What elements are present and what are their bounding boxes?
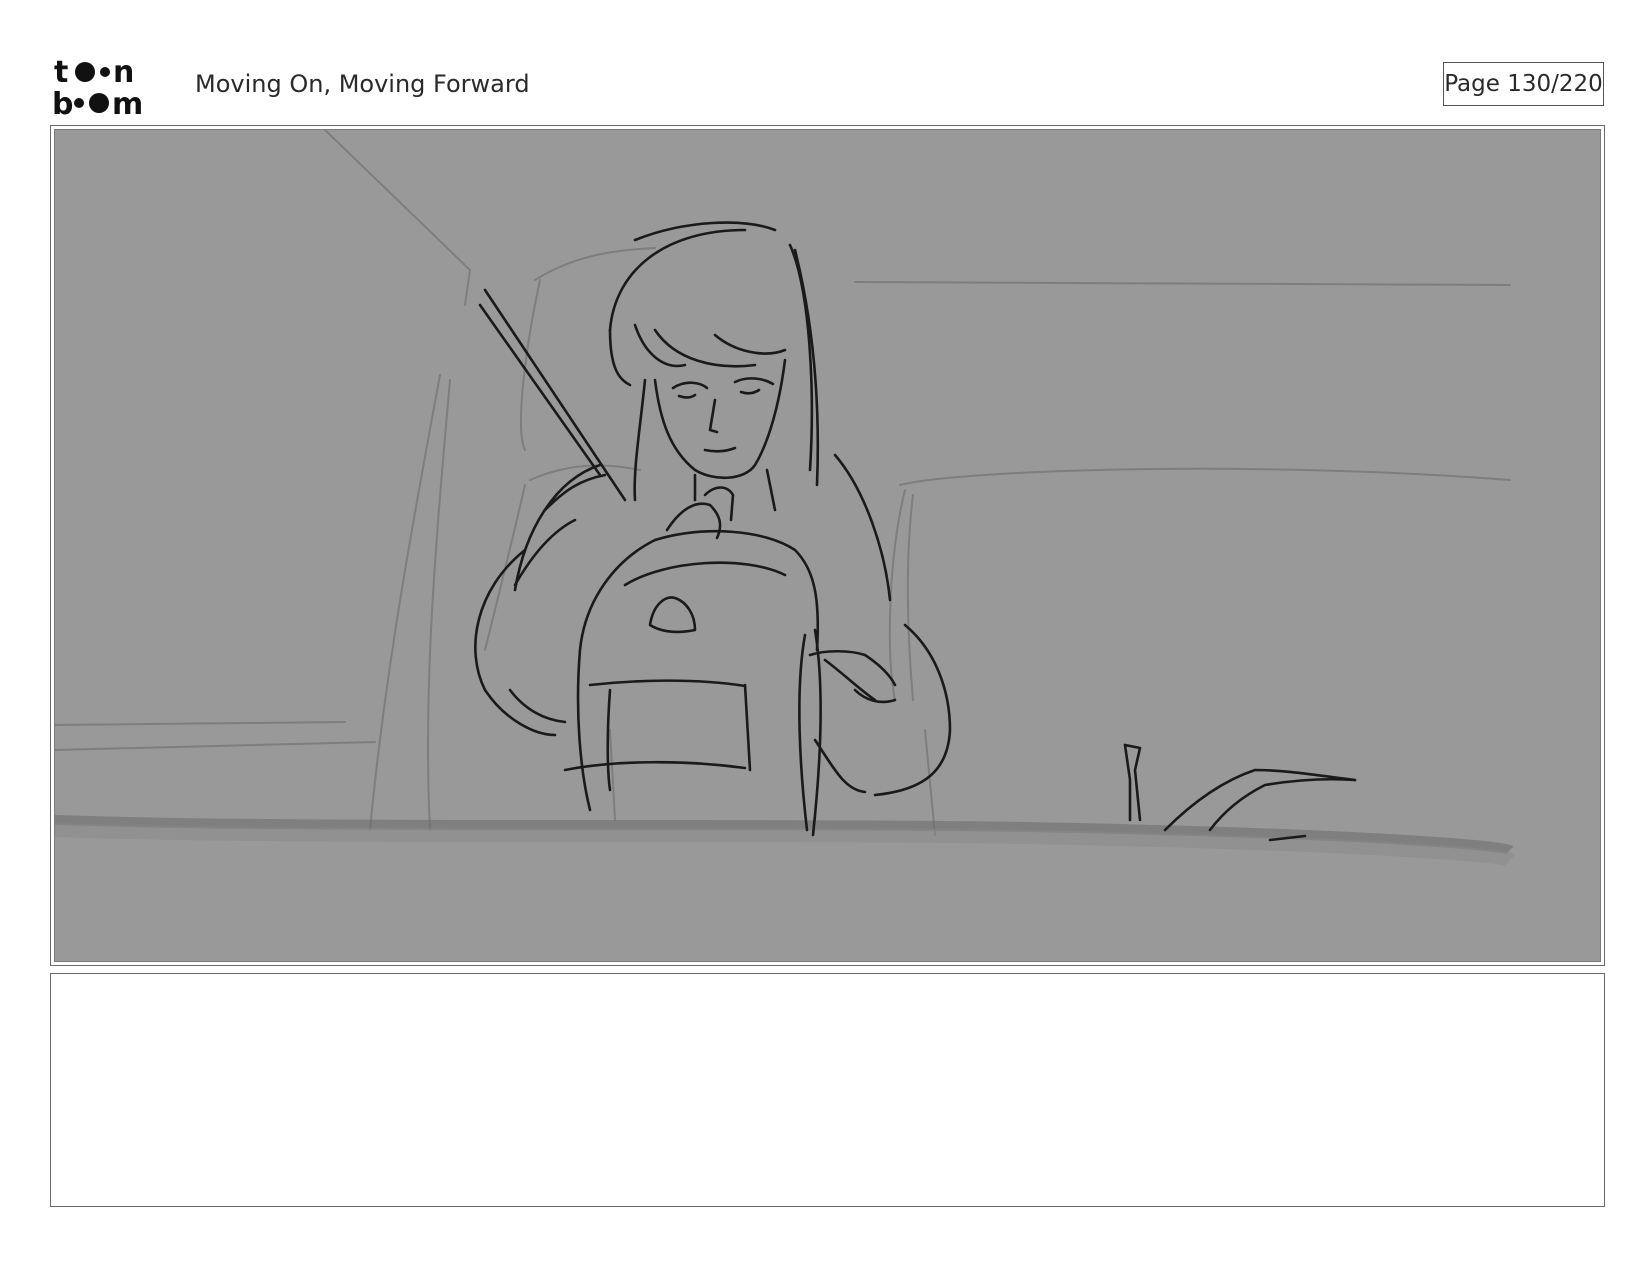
svg-text:t: t [54, 55, 68, 90]
storyboard-sketch-image [54, 129, 1601, 962]
svg-text:m: m [112, 87, 143, 116]
panel-notes-area [50, 973, 1605, 1207]
sketch-drawing [55, 130, 1600, 961]
panel-notes-text [51, 974, 1604, 998]
page-number-badge: Page 130/220 [1443, 62, 1604, 106]
document-title: Moving On, Moving Forward [195, 70, 530, 98]
storyboard-panel-frame [50, 125, 1605, 966]
svg-text:n: n [113, 55, 134, 90]
svg-text:b: b [52, 87, 73, 116]
toon-boom-logo: t n b m [52, 54, 172, 122]
